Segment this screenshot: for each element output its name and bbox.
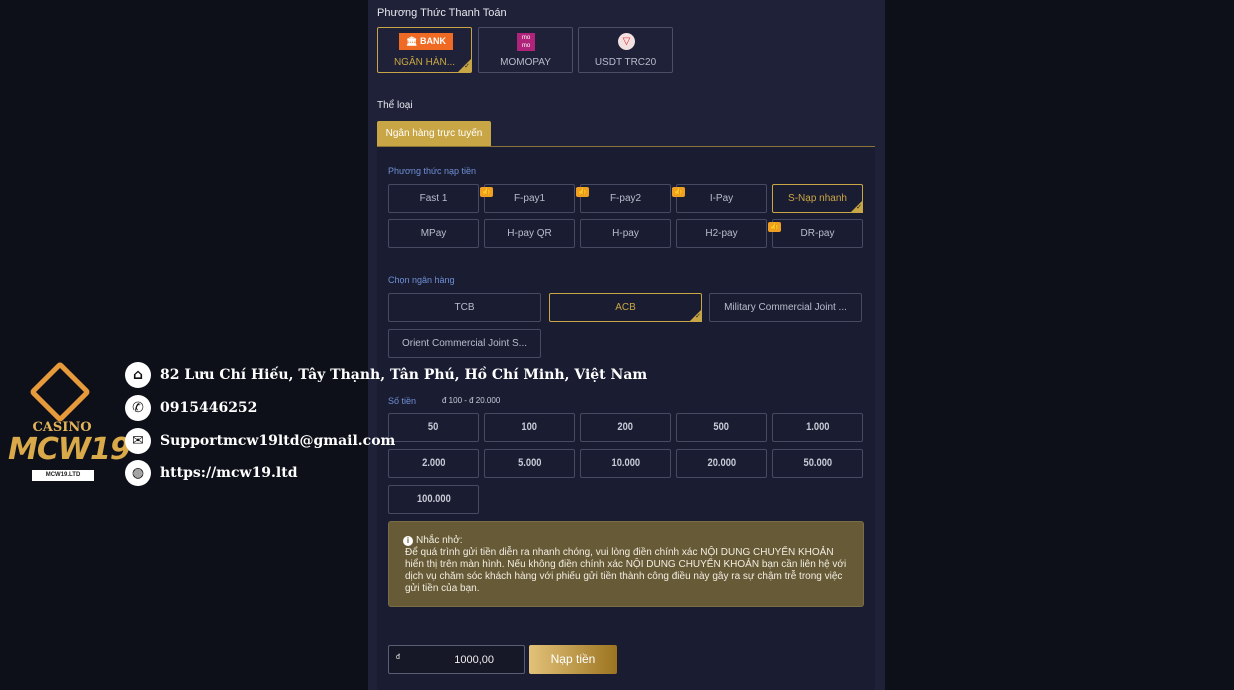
deposit-method-button[interactable]: MPay — [388, 219, 479, 248]
deposit-method-button[interactable]: Fast 1 — [388, 184, 479, 213]
amount-label: 200 — [617, 421, 634, 433]
bank-button[interactable]: TCB — [388, 293, 541, 322]
amount-label: 100.000 — [416, 493, 451, 505]
amount-value: 1000,00 — [454, 654, 494, 666]
bank-button[interactable]: Orient Commercial Joint S... — [388, 329, 541, 358]
category-title: Thể loại — [377, 100, 413, 111]
amount-option-button[interactable]: 50 — [388, 413, 479, 442]
method-momopay[interactable]: mo mo MOMOPAY — [478, 27, 573, 73]
amount-label: 1.000 — [805, 421, 830, 433]
amount-option-button[interactable]: 10.000 — [580, 449, 671, 478]
amount-label: 100 — [521, 421, 538, 433]
check-icon — [689, 309, 702, 322]
thumbs-up-icon: 👍 — [576, 187, 589, 197]
amount-option-button[interactable]: 100 — [484, 413, 575, 442]
notice-title: Nhắc nhở: — [416, 535, 463, 546]
amount-option-button[interactable]: 2.000 — [388, 449, 479, 478]
amount-title: Số tiền — [388, 396, 417, 406]
notice-box: i Nhắc nhở: Để quá trình gửi tiền diễn ra… — [388, 521, 864, 607]
amount-label: 50.000 — [803, 457, 832, 469]
thumbs-up-icon: 👍 — [672, 187, 685, 197]
tab-online-banking[interactable]: Ngân hàng trực tuyến — [377, 121, 491, 146]
amount-label: 10.000 — [611, 457, 640, 469]
contact-address: ⌂ 82 Lưu Chí Hiếu, Tây Thạnh, Tân Phú, Hồ… — [125, 362, 647, 388]
amount-option-button[interactable]: 500 — [676, 413, 767, 442]
mail-icon: ✉ — [125, 428, 151, 454]
globe-icon: ◍ — [125, 460, 151, 486]
amount-option-button[interactable]: 20.000 — [676, 449, 767, 478]
deposit-button[interactable]: Nạp tiền — [529, 645, 617, 674]
bank-button[interactable]: Military Commercial Joint ... — [709, 293, 862, 322]
deposit-method-button[interactable]: H2-pay — [676, 219, 767, 248]
amount-range: đ 100 - đ 20.000 — [442, 396, 501, 405]
deposit-method-button[interactable]: F-pay1 — [484, 184, 575, 213]
deposit-methods-title: Phương thức nạp tiền — [388, 166, 477, 176]
contact-phone: ✆ 0915446252 — [125, 395, 257, 421]
tron-logo-icon: ▽ — [618, 33, 635, 50]
amount-label: 500 — [713, 421, 730, 433]
check-icon — [850, 200, 863, 213]
contact-email: ✉ Supportmcw19ltd@gmail.com — [125, 428, 395, 454]
method-label: USDT TRC20 — [594, 57, 657, 68]
thumbs-up-icon: 👍 — [480, 187, 493, 197]
deposit-method-button[interactable]: F-pay2 — [580, 184, 671, 213]
deposit-method-button[interactable]: I-Pay — [676, 184, 767, 213]
currency-symbol: đ — [396, 654, 400, 661]
amount-label: 50 — [428, 421, 439, 433]
momo-logo-icon: mo mo — [517, 33, 535, 51]
thumbs-up-icon: 👍 — [768, 222, 781, 232]
method-label: MOMOPAY — [500, 57, 551, 68]
amount-label: 2.000 — [421, 457, 446, 469]
notice-text: Để quá trình gửi tiền diễn ra nhanh chón… — [405, 547, 847, 594]
contact-website: ◍ https://mcw19.ltd — [125, 460, 298, 486]
payment-title: Phương Thức Thanh Toán — [377, 7, 507, 19]
method-bank[interactable]: 🏛 BANK NGÂN HÀN... — [377, 27, 472, 73]
bank-logo-icon: 🏛 BANK — [399, 33, 453, 50]
logo-emblem-icon — [28, 360, 92, 424]
amount-label: 5.000 — [517, 457, 542, 469]
amount-option-button[interactable]: 1.000 — [772, 413, 863, 442]
amount-input[interactable]: đ 1000,00 — [388, 645, 525, 674]
amount-option-button[interactable]: 50.000 — [772, 449, 863, 478]
amount-option-button[interactable]: 5.000 — [484, 449, 575, 478]
bank-button[interactable]: ACB — [549, 293, 702, 322]
deposit-method-button[interactable]: H-pay — [580, 219, 671, 248]
amount-option-button[interactable]: 100.000 — [388, 485, 479, 514]
amount-label: 20.000 — [707, 457, 736, 469]
home-icon: ⌂ — [125, 362, 151, 388]
amount-option-button[interactable]: 200 — [580, 413, 671, 442]
phone-icon: ✆ — [125, 395, 151, 421]
mcw19-logo: CASINO MCW19 MCW19.LTD — [8, 360, 131, 486]
check-icon — [458, 59, 471, 72]
info-icon: i — [403, 536, 413, 546]
deposit-method-button[interactable]: DR-pay — [772, 219, 863, 248]
banks-title: Chọn ngân hàng — [388, 275, 455, 285]
method-usdt[interactable]: ▽ USDT TRC20 — [578, 27, 673, 73]
deposit-method-button[interactable]: H-pay QR — [484, 219, 575, 248]
